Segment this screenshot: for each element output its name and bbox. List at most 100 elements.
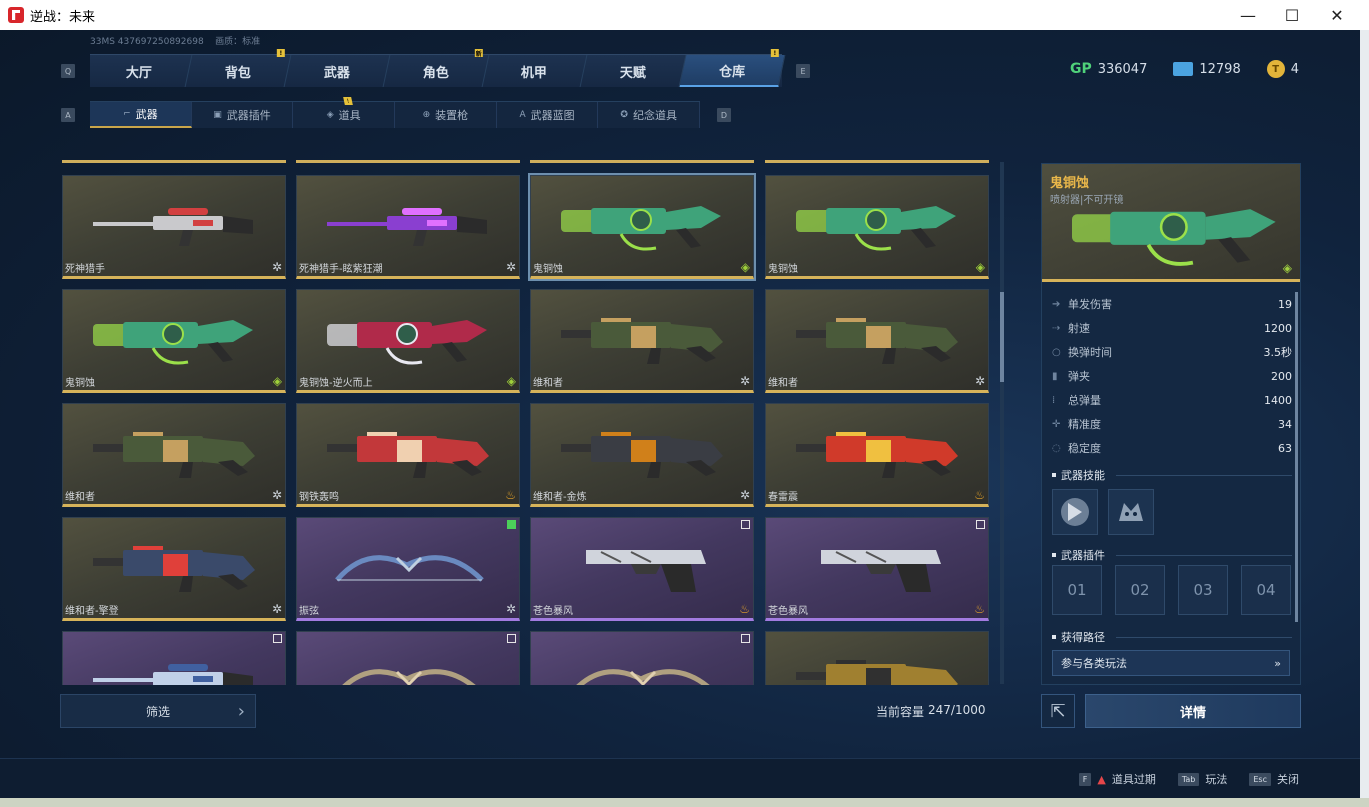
item-name: 振弦 — [299, 606, 319, 617]
plugin-slot-1[interactable]: 01 — [1052, 565, 1102, 615]
item-card[interactable] — [530, 631, 754, 685]
ticket-value: 12798 — [1199, 61, 1241, 77]
item-name: 鬼铜蚀 — [768, 264, 798, 275]
stat-label: 单发伤害 — [1068, 298, 1112, 311]
subtab-5[interactable]: ✪ 纪念道具 — [598, 102, 701, 128]
tab-1[interactable]: 背包! — [185, 49, 292, 87]
item-card[interactable] — [765, 631, 989, 685]
tab-label: 武器 — [323, 65, 350, 81]
stat-value: 19 — [1278, 297, 1292, 311]
snowflake-icon: ✲ — [505, 602, 516, 616]
detail-name: 鬼铜蚀 — [1050, 176, 1090, 191]
acquire-route-button[interactable]: 参与各类玩法 » — [1052, 650, 1290, 676]
item-name: 鬼铜蚀 — [533, 264, 563, 275]
detail-weapon-image — [1072, 209, 1276, 266]
filter-button[interactable]: 筛选 › — [60, 694, 256, 728]
scrollbar-thumb[interactable] — [1000, 292, 1004, 382]
hint-tab[interactable]: Tab 玩法 — [1177, 771, 1227, 787]
tab-3[interactable]: 角色 新 — [383, 49, 489, 87]
item-card[interactable]: 苍色暴风 ♨ — [765, 517, 989, 621]
item-card[interactable]: 钢铁轰鸣 ♨ — [296, 403, 520, 507]
stat-row: ➔ 单发伤害 19 — [1052, 292, 1292, 316]
weapon-image — [561, 432, 723, 478]
checkbox[interactable] — [507, 520, 516, 529]
subtab-3[interactable]: ⊕ 装置枪 — [395, 102, 497, 128]
column-top-bar — [62, 160, 286, 163]
item-card[interactable]: 维和者 ✲ — [765, 289, 989, 393]
tab-2[interactable]: 武器 — [284, 55, 390, 87]
checkbox[interactable] — [273, 634, 282, 643]
item-card[interactable]: 维和者 ✲ — [62, 403, 286, 507]
item-name: 维和者 — [768, 378, 798, 389]
details-button[interactable]: 详情 — [1085, 694, 1301, 728]
hint-f[interactable]: F ▲ 道具过期 — [1078, 771, 1156, 787]
plugin-slot-3[interactable]: 03 — [1178, 565, 1228, 615]
checkbox[interactable] — [507, 634, 516, 643]
key-q: Q — [61, 64, 75, 78]
item-card[interactable]: 维和者-擎登 ✲ — [62, 517, 286, 621]
item-card[interactable]: 死神猎手 ✲ — [62, 175, 286, 279]
weapon-image — [327, 320, 487, 365]
checkbox[interactable] — [741, 634, 750, 643]
share-button[interactable]: ⇱ — [1041, 694, 1075, 728]
ticket-icon: ◈ — [506, 374, 516, 388]
tab-6[interactable]: 仓库! — [679, 49, 786, 87]
reload-icon: ○ — [1052, 346, 1061, 358]
skill-slot-2[interactable] — [1108, 489, 1154, 535]
flame-icon: ♨ — [505, 488, 516, 502]
desktop-edge — [1360, 30, 1369, 798]
tab-4[interactable]: 机甲 — [482, 55, 588, 87]
subtab-label: 纪念道具 — [632, 109, 677, 122]
coin-currency: T4 — [1266, 60, 1299, 78]
detail-header: 鬼铜蚀 喷射器|不可开镜 ◈ — [1042, 164, 1300, 282]
plugin-slot-2[interactable]: 02 — [1115, 565, 1165, 615]
detail-scrollbar[interactable] — [1295, 292, 1298, 622]
ticket-icon: ◈ — [1282, 261, 1292, 275]
item-card[interactable]: 维和者-金炼 ✲ — [530, 403, 754, 507]
item-card[interactable]: 鬼铜蚀-逆火而上 ◈ — [296, 289, 520, 393]
main-tabs: 大厅 背包! 武器 角色 新机甲 天赋 仓库! — [86, 49, 786, 87]
subtab-2[interactable]: ◈ 道具! — [293, 97, 396, 128]
subtab-badge: ! — [342, 97, 353, 105]
checkbox[interactable] — [741, 520, 750, 529]
item-card[interactable] — [296, 631, 520, 685]
stat-row: ▮ 弹夹 200 — [1052, 364, 1292, 388]
item-card[interactable]: 死神猎手-眩紫狂潮 ✲ — [296, 175, 520, 279]
close-window-button[interactable]: ✕ — [1314, 0, 1360, 30]
item-card[interactable]: 春雷震 ♨ — [765, 403, 989, 507]
grid-scrollbar[interactable] — [1000, 162, 1004, 684]
checkbox[interactable] — [976, 520, 985, 529]
item-card[interactable]: 鬼铜蚀 ◈ — [528, 173, 756, 281]
tab-0[interactable]: 大厅 — [86, 55, 193, 87]
item-card[interactable]: 鬼铜蚀 ◈ — [765, 175, 989, 279]
subtab-1[interactable]: ▣ 武器插件 — [192, 102, 294, 128]
maximize-button[interactable]: ☐ — [1269, 0, 1315, 30]
item-card[interactable]: 维和者 ✲ — [530, 289, 754, 393]
plugin-slot-4[interactable]: 04 — [1241, 565, 1291, 615]
item-grid: 死神猎手 ✲ 死神猎手-眩紫狂潮 ✲ 鬼铜蚀 ◈ 鬼铜蚀 ◈ 鬼铜蚀 ◈ 鬼铜蚀-逆火而上 ◈ 维和者 ✲… — [62, 160, 990, 685]
stat-value: 1400 — [1264, 393, 1292, 407]
flame-icon: ♨ — [974, 602, 985, 616]
subtab-4[interactable]: A 武器蓝图 — [497, 102, 599, 128]
snowflake-icon: ✲ — [271, 602, 282, 616]
item-card[interactable] — [62, 631, 286, 685]
gp-icon: GP — [1069, 61, 1092, 77]
item-card[interactable]: 鬼铜蚀 ◈ — [62, 289, 286, 393]
minimize-button[interactable]: — — [1225, 0, 1271, 30]
tab-badge: ! — [276, 49, 285, 57]
skill-slot-1[interactable] — [1052, 489, 1098, 535]
item-card[interactable]: 振弦 ✲ — [296, 517, 520, 621]
tab-5[interactable]: 天赋 — [580, 55, 687, 87]
item-card[interactable]: 苍色暴风 ♨ — [530, 517, 754, 621]
coin-icon: T — [1266, 60, 1285, 78]
skills-header: 武器技能 — [1052, 467, 1292, 483]
ticket-icon — [1173, 62, 1194, 76]
key-a: A — [61, 108, 75, 122]
capacity: 当前容量 247/1000 — [876, 703, 986, 720]
snowflake-icon: ✲ — [505, 260, 516, 274]
weapon-image — [796, 318, 958, 364]
taskbar-strip — [0, 798, 1369, 807]
hint-esc[interactable]: Esc 关闭 — [1249, 771, 1299, 787]
subtab-0[interactable]: ⌐ 武器 — [90, 102, 192, 128]
plugins-header: 武器插件 — [1052, 547, 1292, 563]
